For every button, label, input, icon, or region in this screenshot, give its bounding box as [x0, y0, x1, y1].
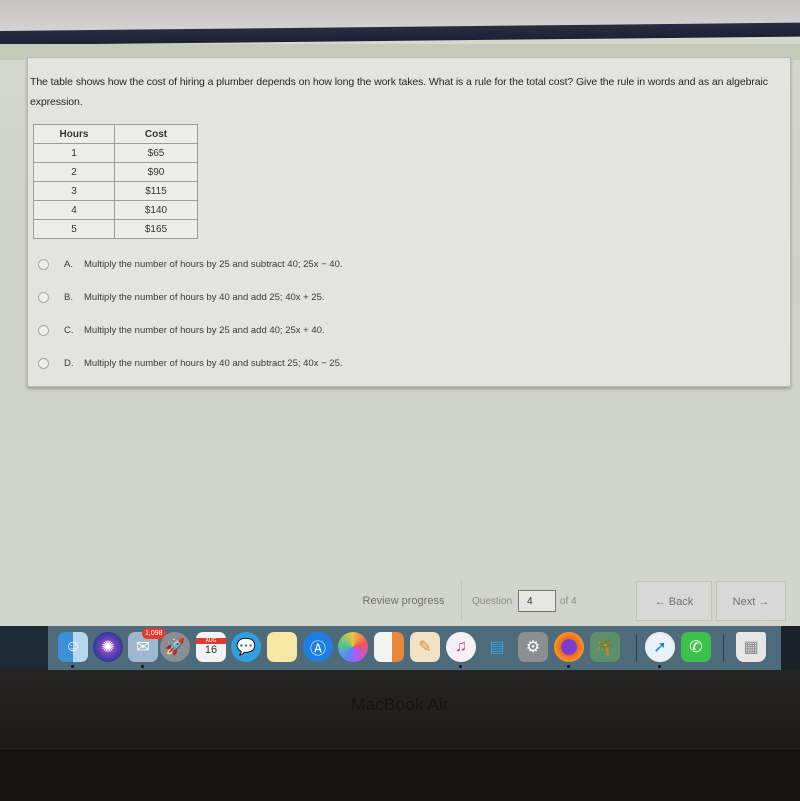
back-button[interactable]: ← Back [636, 581, 712, 621]
hours-cell: 1 [33, 143, 115, 163]
news-icon[interactable] [374, 632, 404, 662]
hours-cost-table: Hours Cost 1 $65 2 $90 3 $115 4 $140 5 $… [33, 124, 198, 239]
table-row: 3 $115 [33, 181, 198, 201]
app-store-icon[interactable]: Ⓐ [303, 632, 333, 662]
calendar-icon[interactable]: AUG 16 [196, 632, 226, 662]
cost-cell: $65 [114, 143, 198, 163]
running-indicator [141, 665, 144, 668]
mail-icon[interactable]: ✉ 1,098 [128, 628, 166, 662]
radio-button-a[interactable] [38, 259, 49, 270]
table-row: 4 $140 [33, 200, 198, 220]
laptop-brand-label: MacBook Air [351, 695, 449, 714]
choice-b[interactable]: B. Multiply the number of hours by 40 an… [38, 281, 738, 314]
table-row: 5 $165 [33, 219, 198, 239]
iphoto-icon[interactable]: 🌴 [590, 632, 620, 662]
choice-a[interactable]: A. Multiply the number of hours by 25 an… [38, 248, 738, 281]
running-indicator [71, 665, 74, 668]
cost-cell: $165 [114, 219, 198, 239]
radio-button-c[interactable] [38, 325, 49, 336]
choice-text: Multiply the number of hours by 25 and s… [84, 259, 343, 270]
dock-edge-left [0, 626, 48, 670]
running-indicator [567, 665, 570, 668]
siri-icon[interactable]: ✺ [93, 632, 123, 662]
cost-cell: $140 [114, 200, 198, 220]
facetime-icon[interactable]: ✆ [681, 632, 711, 662]
table-header-row: Hours Cost [33, 124, 198, 144]
column-header-cost: Cost [114, 124, 198, 144]
choice-text: Multiply the number of hours by 40 and a… [84, 292, 325, 303]
system-preferences-icon[interactable]: ⚙ [518, 632, 548, 662]
trash-icon[interactable]: ▦ [736, 632, 766, 662]
launchpad-icon[interactable]: 🚀 [160, 632, 190, 662]
running-indicator [459, 665, 462, 668]
table-row: 1 $65 [33, 143, 198, 163]
question-number-input[interactable] [518, 590, 556, 612]
question-total: of 4 [560, 596, 577, 607]
column-header-hours: Hours [33, 124, 115, 144]
cost-cell: $90 [114, 162, 198, 182]
photos-icon[interactable] [338, 632, 368, 662]
finder-icon[interactable]: ☺ [58, 632, 88, 662]
choice-letter: C. [64, 325, 74, 336]
choice-c[interactable]: C. Multiply the number of hours by 25 an… [38, 314, 738, 347]
choice-letter: D. [64, 358, 74, 369]
quiz-footer: Review progress Question of 4 ← Back Nex… [0, 578, 800, 626]
choice-text: Multiply the number of hours by 40 and s… [84, 358, 343, 369]
notes-icon[interactable] [267, 632, 297, 662]
messages-icon[interactable]: 💬 [231, 632, 261, 662]
answer-choices: A. Multiply the number of hours by 25 an… [38, 248, 738, 380]
hours-cell: 5 [33, 219, 115, 239]
calendar-day: 16 [204, 644, 218, 656]
hours-cell: 2 [33, 162, 115, 182]
dock-separator [636, 634, 637, 662]
next-button[interactable]: Next → [716, 581, 786, 621]
radio-button-b[interactable] [38, 292, 49, 303]
laptop-hinge [0, 748, 800, 801]
pages-icon[interactable]: ✎ [410, 632, 440, 662]
safari-icon[interactable]: ➚ [645, 632, 675, 662]
hours-cell: 4 [33, 200, 115, 220]
screen: The table shows how the cost of hiring a… [0, 0, 800, 670]
itunes-icon[interactable]: ♫ [446, 632, 476, 662]
review-progress-button[interactable]: Review progress [346, 581, 462, 621]
choice-letter: B. [64, 292, 73, 303]
question-label: Question [472, 596, 513, 607]
cost-cell: $115 [114, 181, 198, 201]
hours-cell: 3 [33, 181, 115, 201]
choice-letter: A. [64, 259, 73, 270]
table-row: 2 $90 [33, 162, 198, 182]
dock-edge-right [781, 626, 800, 670]
question-text: The table shows how the cost of hiring a… [30, 76, 768, 108]
choice-text: Multiply the number of hours by 25 and a… [84, 325, 325, 336]
running-indicator [658, 665, 661, 668]
question-card: The table shows how the cost of hiring a… [27, 57, 791, 387]
dock-separator [723, 634, 724, 662]
choice-d[interactable]: D. Multiply the number of hours by 40 an… [38, 347, 738, 380]
keynote-icon[interactable]: ▤ [482, 632, 512, 662]
firefox-icon[interactable] [554, 632, 584, 662]
radio-button-d[interactable] [38, 358, 49, 369]
macos-dock: ☺ ✺ ✉ 1,098 🚀 AUG 16 💬 Ⓐ ✎ ♫ ▤ ⚙ 🌴 ➚ ✆ ▦ [48, 626, 781, 670]
